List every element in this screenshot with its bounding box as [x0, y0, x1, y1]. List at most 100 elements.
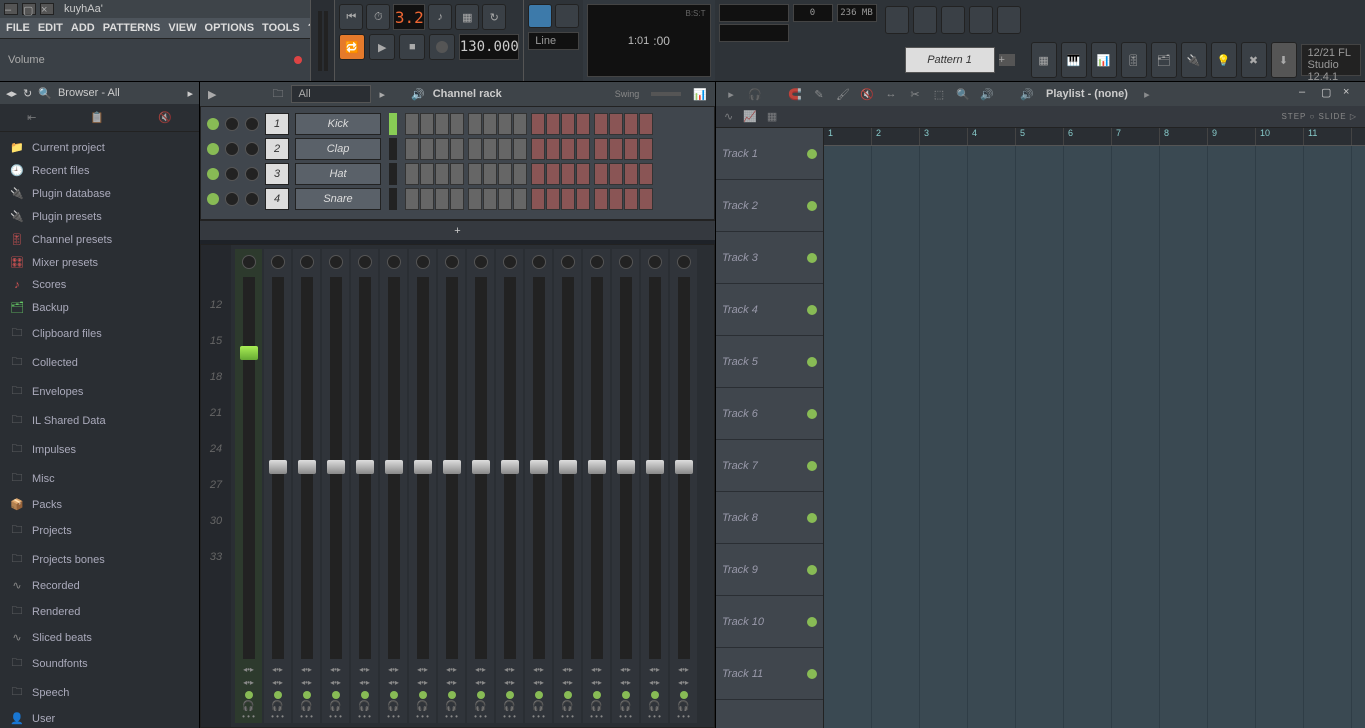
mixer-pan-knob[interactable] — [271, 255, 285, 269]
pl-close-button[interactable]: × — [1343, 86, 1359, 102]
pl-mute-icon[interactable]: 🔇 — [858, 85, 876, 103]
mixer-pan-knob[interactable] — [445, 255, 459, 269]
browser-item[interactable]: 🗀Soundfonts — [0, 649, 199, 678]
time-display[interactable]: 1:01:00 B:S:T — [587, 4, 710, 77]
browser-item[interactable]: ∿Sliced beats — [0, 626, 199, 649]
step-button[interactable] — [498, 163, 512, 185]
mixer-mute[interactable] — [477, 691, 485, 699]
mixer-pan-knob[interactable] — [387, 255, 401, 269]
channel-rack-graph-icon[interactable]: 📊 — [693, 88, 707, 101]
track-mute[interactable] — [807, 669, 817, 679]
mixer-solo[interactable]: 🎧 — [677, 701, 689, 712]
news-panel[interactable]: 12/21 FL Studio 12.4.1 Released — [1301, 44, 1361, 76]
step-button[interactable] — [468, 113, 482, 135]
pl-speaker-icon[interactable]: 🔊 — [1018, 85, 1036, 103]
step-button[interactable] — [483, 188, 497, 210]
mixer-stereo-sep[interactable]: ◂•▸ — [330, 665, 341, 674]
ruler-bar[interactable]: 7 — [1112, 128, 1160, 145]
song-mode-button[interactable] — [555, 4, 579, 28]
channel-vol-knob[interactable] — [245, 142, 259, 156]
step-button[interactable] — [624, 138, 638, 160]
channel-pan-knob[interactable] — [225, 142, 239, 156]
playlist-track-header[interactable]: Track 7 — [716, 440, 823, 492]
playlist-track-header[interactable]: Track 4 — [716, 284, 823, 336]
channel-number[interactable]: 4 — [265, 188, 289, 210]
step-button[interactable] — [624, 163, 638, 185]
mixer-mute[interactable] — [564, 691, 572, 699]
pl-select-icon[interactable]: ⬚ — [930, 85, 948, 103]
mixer-solo[interactable]: 🎧 — [648, 701, 660, 712]
play-icon[interactable]: ▶ — [208, 88, 216, 101]
tempo-display[interactable]: 130.000 — [459, 34, 519, 60]
mixer-stereo-sep[interactable]: ◂•▸ — [591, 665, 602, 674]
mixer-fader[interactable] — [243, 277, 255, 659]
plugin-picker-button[interactable]: 🔌 — [1181, 42, 1207, 78]
browser-item[interactable]: 👤User — [0, 707, 199, 728]
step-button[interactable] — [435, 138, 449, 160]
channel-name[interactable]: Kick — [295, 113, 381, 135]
mixer-insert[interactable]: ◂•▸◂•▸🎧• • • — [351, 249, 378, 723]
mixer-pan-knob[interactable] — [503, 255, 517, 269]
audio-icon[interactable]: 🔊 — [411, 88, 425, 101]
mixer-stereo-sep[interactable]: ◂•▸ — [417, 665, 428, 674]
mixer-stereo-sep[interactable]: ◂•▸ — [620, 665, 631, 674]
browser-item[interactable]: 🎚Channel presets — [0, 228, 199, 251]
ruler-bar[interactable]: 1 — [824, 128, 872, 145]
mixer-insert[interactable]: ◂•▸◂•▸🎧• • • — [612, 249, 639, 723]
step-button[interactable] — [576, 163, 590, 185]
mixer-stereo-sep[interactable]: ◂•▸ — [562, 665, 573, 674]
browser-item[interactable]: 🗀Clipboard files — [0, 319, 199, 348]
pl-pencil-icon[interactable]: ✎ — [810, 85, 828, 103]
pattern-add[interactable]: + — [999, 54, 1015, 66]
play-button[interactable]: ▶ — [369, 34, 395, 60]
playlist-lanes[interactable] — [824, 146, 1365, 728]
mixer-stereo-sep[interactable]: ◂•▸ — [359, 665, 370, 674]
mixer-mute[interactable] — [622, 691, 630, 699]
mixer-insert[interactable]: ◂•▸◂•▸🎧• • • — [322, 249, 349, 723]
step-button[interactable] — [405, 113, 419, 135]
mixer-solo[interactable]: 🎧 — [300, 701, 312, 712]
pl-slice-icon[interactable]: ✂ — [906, 85, 924, 103]
mixer-fader[interactable] — [504, 277, 516, 659]
step-button[interactable] — [435, 188, 449, 210]
mixer-fader[interactable] — [620, 277, 632, 659]
step-button[interactable] — [513, 163, 527, 185]
channel-select[interactable] — [389, 163, 397, 185]
ruler-bar[interactable]: 4 — [968, 128, 1016, 145]
track-mute[interactable] — [807, 201, 817, 211]
channel-vol-knob[interactable] — [245, 117, 259, 131]
mixer-insert[interactable]: ◂•▸◂•▸🎧• • • — [554, 249, 581, 723]
browser-item[interactable]: 🗀Projects — [0, 516, 199, 545]
mixer-insert[interactable]: ◂•▸◂•▸🎧• • • — [641, 249, 668, 723]
channel-rack-menu-icon[interactable]: ▸ — [379, 88, 385, 101]
ruler-bar[interactable]: 11 — [1304, 128, 1352, 145]
browser-item[interactable]: 🗀Rendered — [0, 597, 199, 626]
mixer-mute[interactable] — [651, 691, 659, 699]
channel-led[interactable] — [207, 193, 219, 205]
mixer-insert[interactable]: ◂•▸◂•▸🎧• • • — [380, 249, 407, 723]
step-button[interactable] — [420, 188, 434, 210]
channel-vol-knob[interactable] — [245, 192, 259, 206]
render-button[interactable] — [941, 6, 965, 34]
step-button[interactable] — [546, 188, 560, 210]
mixer-solo[interactable]: 🎧 — [561, 701, 573, 712]
mixer-solo[interactable]: 🎧 — [619, 701, 631, 712]
mixer-fader[interactable] — [446, 277, 458, 659]
maximize-button[interactable]: ▢ — [22, 3, 36, 15]
menu-file[interactable]: FILE — [6, 22, 30, 34]
step-button[interactable] — [405, 163, 419, 185]
channel-select[interactable] — [389, 113, 397, 135]
pl-menu-icon[interactable]: ▸ — [722, 85, 740, 103]
browser-item[interactable]: ∿Recorded — [0, 574, 199, 597]
mixer-mute[interactable] — [680, 691, 688, 699]
pl-expand-icon[interactable]: ▸ — [1138, 85, 1156, 103]
browser-item[interactable]: 🗂Backup — [0, 296, 199, 319]
step-button[interactable] — [405, 138, 419, 160]
menu-view[interactable]: VIEW — [168, 22, 196, 34]
browser-collapse-icon[interactable]: ⇤ — [27, 111, 36, 124]
playlist-track-header[interactable]: Track 8 — [716, 492, 823, 544]
add-channel-button[interactable]: + — [200, 220, 715, 240]
step-button[interactable] — [531, 113, 545, 135]
mixer-stereo-sep[interactable]: ◂•▸ — [649, 665, 660, 674]
mixer-fader[interactable] — [359, 277, 371, 659]
